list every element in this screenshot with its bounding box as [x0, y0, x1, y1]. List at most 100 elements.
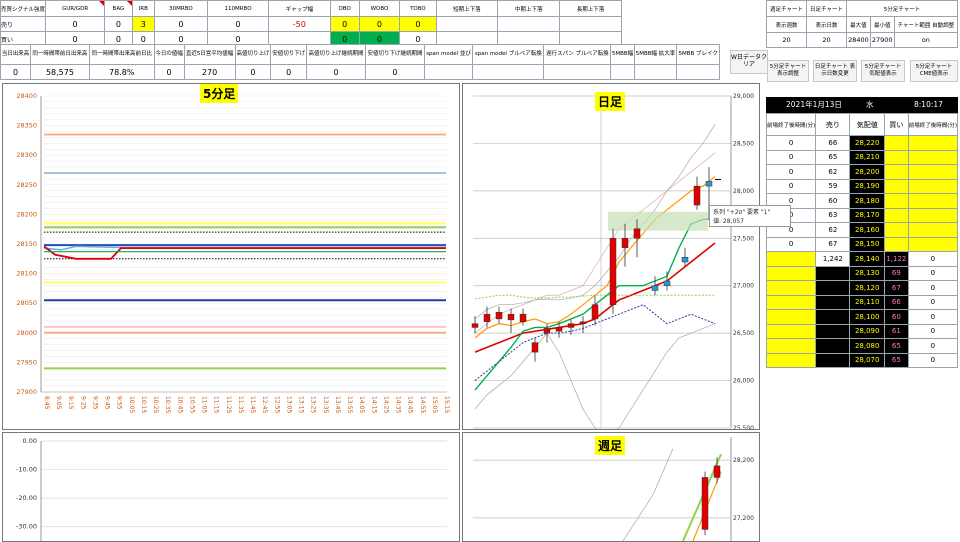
five-min-quote-button[interactable]: 5分足チャート 気配値表示	[861, 60, 905, 82]
stats-header: 高値切り上げ継続期間	[306, 44, 366, 65]
ob-price-header: 気配値	[849, 113, 886, 136]
auto-range-value[interactable]: on	[893, 32, 959, 48]
stats-header: 5MBB ブレイク	[676, 44, 720, 65]
ob-sell: 66	[815, 135, 851, 151]
five-min-chart-panel: 28400 28350 28300 28250 28200 28150 28100 28050…	[2, 83, 460, 430]
max-label: 最大値	[846, 16, 871, 33]
candle-body	[471, 323, 479, 328]
y-tick-label: 28,200	[733, 457, 754, 464]
stats-value	[472, 64, 545, 80]
x-tick-label: 15:05	[431, 396, 438, 413]
stats-value: 0	[365, 64, 425, 80]
x-tick-label: 14:55	[419, 396, 426, 413]
ob-right-time	[907, 222, 959, 238]
candle-body	[663, 280, 671, 286]
ob-right-time: 0	[907, 280, 959, 296]
candle-body	[567, 323, 575, 328]
y-tick-label: -10.00	[16, 466, 37, 474]
candle-body	[555, 327, 563, 332]
ob-price: 28,190	[849, 178, 886, 194]
order-book-row: 0 62 28,200	[765, 164, 959, 180]
stats-value	[633, 64, 678, 80]
ob-buy	[884, 178, 909, 194]
ob-buy	[884, 149, 909, 165]
signal-col-header: 中期上下落	[497, 0, 561, 17]
five-min-chart: 28400 28350 28300 28250 28200 28150 28100 28050…	[16, 92, 450, 413]
stats-header: 今日の値幅	[153, 44, 185, 65]
signal-sell-value: 0	[207, 16, 269, 32]
order-book-row: 28,090 61 0	[765, 323, 959, 339]
signal-col-header: TOBO	[399, 0, 437, 17]
candle-body	[531, 342, 539, 353]
red-band	[43, 245, 446, 260]
ob-buy: 65	[884, 352, 909, 368]
signal-sell-value	[559, 16, 622, 32]
stats-header: span model ブルベア転換	[472, 44, 545, 65]
candle-body	[621, 238, 629, 249]
five-min-adjust-button[interactable]: 5分足チャート 表示調整	[767, 60, 809, 82]
ob-sell	[815, 323, 851, 339]
ob-buy: 61	[884, 323, 909, 339]
x-tick-label: 14:45	[407, 396, 414, 413]
stats-header: 同一時間帯出来高前日比	[88, 44, 155, 65]
signal-col-header: 30MRBO	[153, 0, 209, 17]
ob-sell	[815, 294, 851, 310]
max-value[interactable]: 28400	[846, 32, 871, 48]
x-tick-label: 8:45	[43, 396, 50, 410]
ob-right-time	[907, 193, 959, 209]
ob-left-time: 0	[765, 135, 817, 151]
order-book-row: 0 65 28,210	[765, 149, 959, 165]
candle-body	[495, 312, 503, 320]
ob-price: 28,070	[849, 352, 886, 368]
x-tick-label: 10:55	[188, 396, 195, 413]
stats-value: 0	[306, 64, 366, 80]
x-tick-label: 9:45	[104, 396, 111, 410]
min-value[interactable]: 27900	[869, 32, 895, 48]
ob-sell	[815, 309, 851, 325]
x-tick-label: 11:05	[201, 396, 208, 413]
ob-left-time	[765, 323, 817, 339]
y-tick-label: 29,000	[733, 93, 754, 100]
series-tooltip: 系列 "+2σ" 要素 "1" 値: 28,057	[709, 205, 791, 227]
weeks-value[interactable]: 20	[766, 32, 807, 48]
weeks-label: 表示週数	[766, 16, 807, 33]
five-min-cme-button[interactable]: 5分足チャート CME値表示	[910, 60, 958, 82]
chart-settings-table: 週足チャート 日足チャート 5分足チャート 表示週数 表示日数 最大値 最小値 …	[766, 0, 959, 48]
x-tick-label: 10:35	[164, 396, 171, 413]
daily-chart-header: 日足チャート	[806, 0, 847, 17]
upper-band	[622, 448, 674, 541]
five-min-chart-title: 5分足	[200, 84, 239, 103]
ob-buy: 67	[884, 280, 909, 296]
x-tick-label: 10:45	[176, 396, 183, 413]
ob-price: 28,110	[849, 294, 886, 310]
ob-right-time-header: 前場終了後時間(分)	[907, 113, 959, 136]
y-tick-label: 28050	[16, 299, 37, 307]
order-book-row: 28,070 65 0	[765, 352, 959, 368]
x-tick-label: 14:05	[358, 396, 365, 413]
y-tick-label: 27900	[16, 388, 37, 396]
ob-right-time: 0	[907, 294, 959, 310]
daily-days-button[interactable]: 日足チャート 表示日数変更	[813, 60, 857, 82]
y-tick-label: 27,000	[733, 283, 754, 290]
stats-value	[676, 64, 720, 80]
candle-body	[543, 328, 551, 334]
ob-price: 28,170	[849, 207, 886, 223]
x-tick-label: 10:25	[152, 396, 159, 413]
ob-buy	[884, 222, 909, 238]
signal-col-header: IRB	[131, 0, 155, 17]
ob-price: 28,100	[849, 309, 886, 325]
ob-price: 28,180	[849, 193, 886, 209]
stats-header: 安値切り下げ	[270, 44, 308, 65]
days-value[interactable]: 20	[806, 32, 847, 48]
ob-buy: 69	[884, 265, 909, 281]
order-book-row: 28,120 67 0	[765, 280, 959, 296]
x-tick-label: 15:15	[443, 396, 450, 413]
x-tick-label: 13:25	[310, 396, 317, 413]
ob-left-time	[765, 352, 817, 368]
stats-value	[543, 64, 612, 80]
clear-w-data-button[interactable]: W日データクリア	[730, 50, 768, 74]
order-book-date-bar: 2021年1月13日 水 8:10:17	[766, 97, 958, 113]
ob-left-time	[765, 294, 817, 310]
y-tick-label: -20.00	[16, 494, 37, 502]
signal-col-header: ギャップ幅	[267, 0, 331, 17]
